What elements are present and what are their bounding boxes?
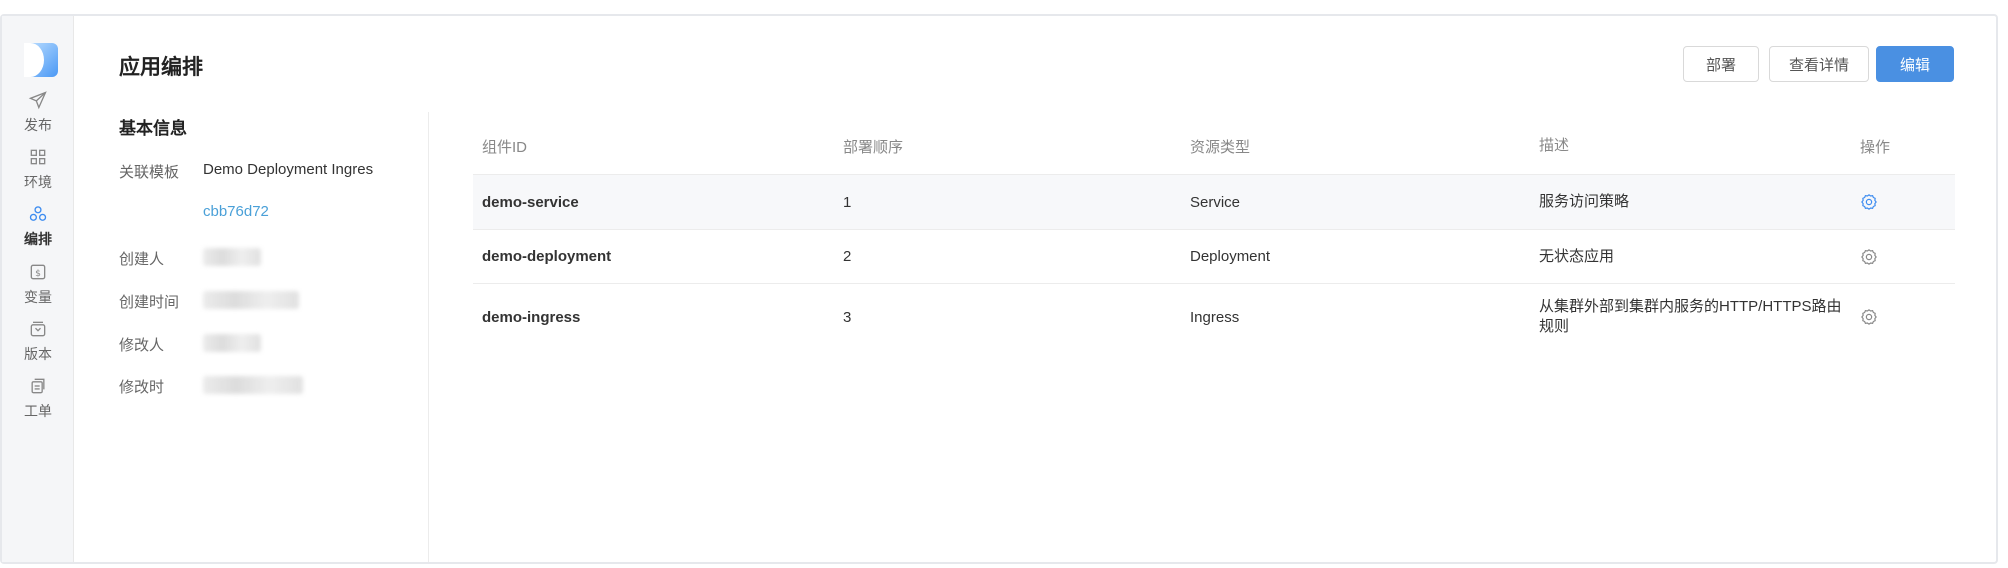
ticket-icon bbox=[31, 378, 45, 394]
sidebar-item-versions[interactable]: 版本 bbox=[2, 319, 74, 383]
table-row[interactable]: demo-ingress 3 Ingress 从集群外部到集群内服务的HTTP/… bbox=[473, 284, 1955, 350]
components-table: 组件ID 部署顺序 资源类型 描述 操作 demo-service 1 Serv… bbox=[473, 118, 1955, 350]
grid-icon bbox=[30, 149, 46, 165]
column-header-actions: 操作 bbox=[1860, 138, 1891, 156]
sidebar-item-label: 编排 bbox=[24, 231, 52, 247]
deploy-order: 3 bbox=[843, 308, 852, 326]
sidebar-item-orchestration[interactable]: 编排 bbox=[2, 204, 74, 268]
sidebar-item-variables[interactable]: $ 变量 bbox=[2, 262, 74, 326]
component-id: demo-service bbox=[482, 193, 579, 211]
column-header-order: 部署顺序 bbox=[843, 138, 904, 156]
archive-icon bbox=[30, 321, 46, 337]
sidebar-item-label: 环境 bbox=[24, 174, 52, 190]
sidebar-item-environment[interactable]: 环境 bbox=[2, 147, 74, 211]
gear-icon[interactable] bbox=[1860, 193, 1878, 211]
component-id: demo-ingress bbox=[482, 308, 581, 326]
description: 服务访问策略 bbox=[1539, 193, 1630, 210]
panel-divider bbox=[428, 112, 429, 562]
template-label: 关联模板 bbox=[119, 164, 180, 181]
resource-type: Service bbox=[1190, 193, 1241, 211]
table-row[interactable]: demo-deployment 2 Deployment 无状态应用 bbox=[473, 230, 1955, 284]
column-header-id: 组件ID bbox=[482, 138, 528, 156]
modified-time-label: 修改时 bbox=[119, 379, 165, 396]
sidebar-item-label: 变量 bbox=[24, 289, 52, 305]
modifier-value-redacted bbox=[203, 334, 261, 356]
settings-action[interactable] bbox=[1860, 284, 1878, 350]
sidebar: 发布 环境 编排 $ 变量 版本 工单 bbox=[2, 16, 74, 562]
deploy-order: 1 bbox=[843, 193, 852, 211]
sidebar-item-label: 工单 bbox=[24, 403, 52, 419]
modifier-label: 修改人 bbox=[119, 337, 165, 354]
orchestration-icon bbox=[29, 206, 47, 221]
edit-button[interactable]: 编辑 bbox=[1876, 46, 1954, 82]
sidebar-item-label: 发布 bbox=[24, 117, 52, 133]
resource-type: Deployment bbox=[1190, 248, 1271, 265]
main-content: 应用编排 部署 查看详情 编辑 基本信息 关联模板 Demo Deploymen… bbox=[75, 16, 1996, 562]
dollar-icon: $ bbox=[30, 264, 46, 280]
app-logo bbox=[24, 43, 58, 77]
page-title: 应用编排 bbox=[119, 56, 203, 79]
basic-info-title: 基本信息 bbox=[119, 119, 187, 138]
table-row[interactable]: demo-service 1 Service 服务访问策略 bbox=[473, 175, 1955, 230]
modified-time-value-redacted bbox=[203, 376, 303, 398]
view-details-button[interactable]: 查看详情 bbox=[1769, 46, 1869, 82]
creator-label: 创建人 bbox=[119, 251, 165, 268]
settings-action[interactable] bbox=[1860, 230, 1878, 283]
description: 无状态应用 bbox=[1539, 247, 1615, 265]
description: 从集群外部到集群内服务的HTTP/HTTPS路由规则 bbox=[1539, 298, 1842, 335]
column-header-type: 资源类型 bbox=[1190, 138, 1251, 156]
deploy-order: 2 bbox=[843, 248, 852, 265]
created-time-label: 创建时间 bbox=[119, 294, 180, 311]
sidebar-item-label: 版本 bbox=[24, 346, 52, 362]
resource-type: Ingress bbox=[1190, 308, 1240, 326]
deploy-button[interactable]: 部署 bbox=[1683, 46, 1759, 82]
svg-text:$: $ bbox=[35, 268, 41, 279]
template-hash-link[interactable]: cbb76d72 bbox=[203, 203, 269, 220]
table-header: 组件ID 部署顺序 资源类型 描述 操作 bbox=[473, 118, 1955, 175]
settings-action[interactable] bbox=[1860, 175, 1878, 229]
gear-icon[interactable] bbox=[1860, 308, 1878, 326]
component-id: demo-deployment bbox=[482, 248, 612, 265]
creator-value-redacted bbox=[203, 248, 261, 270]
created-time-value-redacted bbox=[203, 291, 299, 313]
sidebar-item-tickets[interactable]: 工单 bbox=[2, 376, 74, 440]
gear-icon[interactable] bbox=[1860, 248, 1878, 266]
sidebar-item-publish[interactable]: 发布 bbox=[2, 90, 74, 154]
column-header-desc: 描述 bbox=[1539, 137, 1570, 154]
send-icon bbox=[28, 91, 47, 110]
template-value: Demo Deployment Ingres bbox=[203, 161, 374, 178]
